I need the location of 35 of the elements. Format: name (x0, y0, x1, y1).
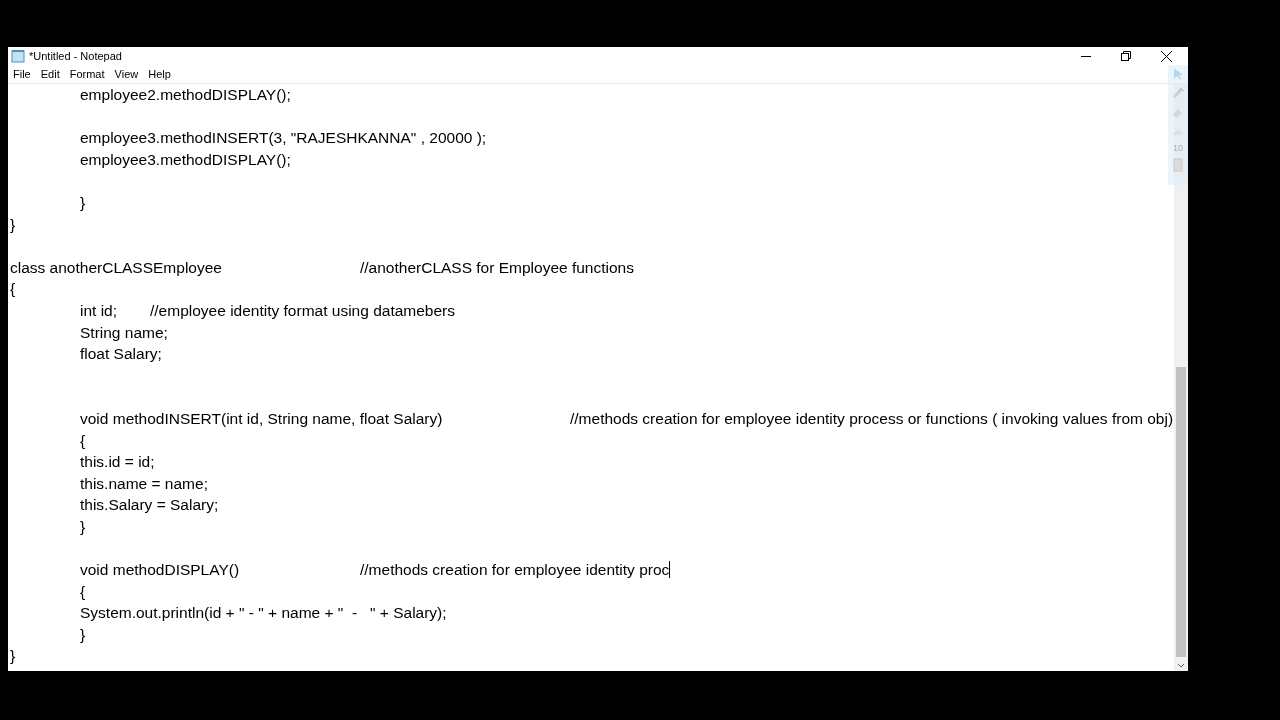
code-line: { (10, 279, 16, 300)
code-line: System.out.println(id + " - " + name + " - " + Salary); (79, 603, 447, 624)
code-line: employee2.methodDISPLAY(); (79, 85, 291, 105)
close-icon (1160, 50, 1172, 62)
window-title: *Untitled - Notepad (29, 50, 122, 62)
restore-icon (1121, 51, 1131, 61)
pencil-icon[interactable] (1171, 86, 1185, 100)
code-line: this.id = id; (79, 452, 155, 473)
code-line: } (79, 624, 86, 645)
code-line: employee3.methodDISPLAY(); (79, 149, 291, 170)
menu-item[interactable]: Format (64, 68, 110, 80)
code-line: this.Salary = Salary; (79, 495, 219, 516)
code-line: class anotherCLASSEmployee //anotherCLASS for Employee functions (10, 257, 634, 278)
menu-item[interactable]: File (8, 68, 36, 80)
code-line: int id; //employee identity format using datamebers (79, 300, 455, 321)
code-line: String name; (79, 322, 168, 343)
scrollbar-thumb[interactable] (1176, 367, 1186, 657)
code-line: employee3.methodINSERT(3, "RAJESHKANNA" , 20000 ); (79, 128, 487, 149)
vertical-scrollbar[interactable] (1174, 84, 1188, 671)
code-line: { (79, 430, 86, 451)
code-line: } (10, 646, 16, 667)
code-line: } (79, 192, 86, 213)
menu-item[interactable]: View (109, 68, 144, 80)
menu-item[interactable]: Edit (35, 68, 65, 80)
code-line: void methodDISPLAY() //methods creation for employee identity proc (79, 560, 670, 581)
code-line: { (79, 581, 86, 602)
code-line: float Salary; (79, 344, 162, 365)
code-line: this.name = name; (79, 473, 208, 494)
code-line: } (79, 516, 86, 537)
notepad-icon (11, 49, 25, 63)
code-line: } (10, 214, 16, 235)
menu-item[interactable]: Help (143, 68, 176, 80)
code-line: void methodINSERT(int id, String name, float Salary) //methods creation for employee identity process or functions ( invoking values from obj) (79, 408, 1174, 429)
pointer-icon[interactable] (1171, 67, 1185, 81)
color-swatch-icon[interactable] (1173, 158, 1183, 172)
